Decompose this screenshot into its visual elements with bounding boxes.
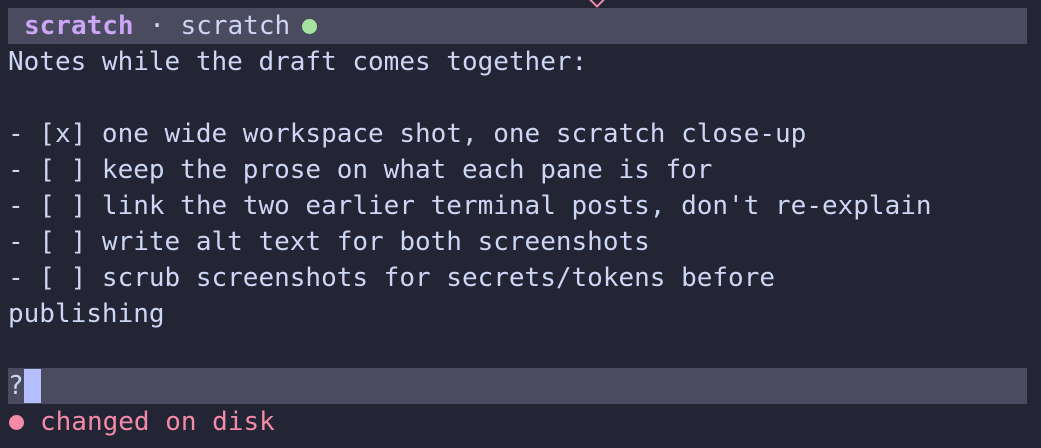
- editor-line[interactable]: - [x] one wide workspace shot, one scrat…: [8, 116, 1027, 152]
- status-line: changed on disk: [8, 404, 275, 440]
- editor-line[interactable]: [8, 332, 1027, 368]
- editor-line[interactable]: - [ ] link the two earlier terminal post…: [8, 188, 1027, 224]
- text-cursor: [24, 369, 41, 403]
- editor-line[interactable]: - [ ] scrub screenshots for secrets/toke…: [8, 260, 1027, 296]
- buffer-name[interactable]: scratch: [24, 8, 134, 44]
- editor-line[interactable]: - [ ] keep the prose on what each pane i…: [8, 152, 1027, 188]
- editor-buffer[interactable]: Notes while the draft comes together: - …: [8, 44, 1027, 368]
- editor-line[interactable]: publishing: [8, 296, 1027, 332]
- editor-line[interactable]: [8, 80, 1027, 116]
- warning-dot-icon: [9, 414, 24, 430]
- command-prompt: ?: [8, 371, 24, 401]
- saved-status-icon: [302, 18, 318, 34]
- project-name: scratch: [180, 11, 291, 41]
- header-separator: ·: [133, 11, 181, 41]
- status-message: changed on disk: [40, 407, 275, 437]
- buffer-header: scratch · scratch: [8, 8, 1027, 44]
- editor-line[interactable]: - [ ] write alt text for both screenshot…: [8, 224, 1027, 260]
- command-bar[interactable]: ?: [8, 368, 1027, 404]
- editor-line[interactable]: Notes while the draft comes together:: [8, 44, 1027, 80]
- window-notch-icon: [587, 0, 607, 8]
